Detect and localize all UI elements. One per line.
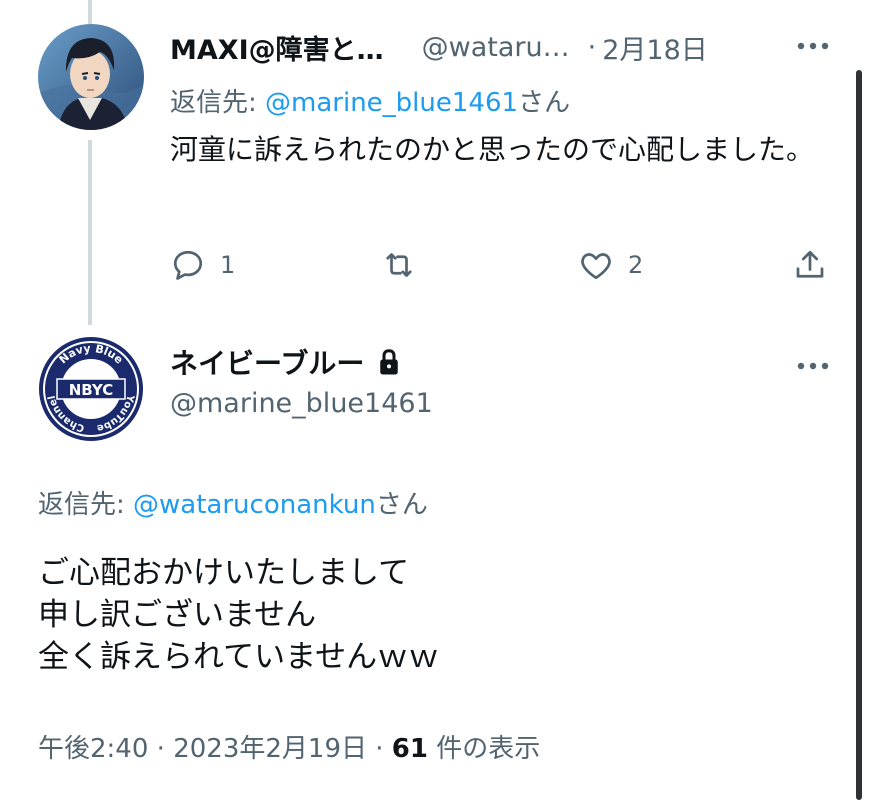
views-count: 61 xyxy=(391,734,428,764)
main-replying-mention-link[interactable]: @wataruconankun xyxy=(133,490,376,520)
main-display-name[interactable]: ネイビーブルー xyxy=(170,342,364,382)
main-replying-suffix: さん xyxy=(375,490,428,520)
meta-separator-1: · xyxy=(156,734,165,764)
reply-avatar[interactable] xyxy=(38,24,144,130)
retweet-button[interactable] xyxy=(380,243,418,287)
more-options-icon[interactable] xyxy=(796,36,830,56)
main-replying-prefix: 返信先: xyxy=(38,490,134,520)
reply-replying-to: 返信先: @marine_blue1461さん xyxy=(170,82,570,119)
nbyc-logo-icon: NBYC Navy Blue YouTube Channel xyxy=(39,337,143,441)
main-text-line-3: 全く訴えられていませんｗｗ xyxy=(38,639,440,675)
tweet-date[interactable]: 2023年2月19日 xyxy=(173,734,367,764)
like-button[interactable]: 2 xyxy=(578,243,643,287)
like-count: 2 xyxy=(628,251,644,279)
reply-date[interactable]: 2月18日 xyxy=(602,28,708,67)
reply-tweet-header: MAXI@障害と… @wataru… · 2月18日 xyxy=(170,24,830,70)
main-text-line-2: 申し訳ございません xyxy=(38,597,317,633)
scrollbar[interactable] xyxy=(856,70,862,800)
reply-tweet-text: 河童に訴えられたのかと思ったので心配しました。 xyxy=(170,133,815,166)
nbyc-center-text: NBYC xyxy=(69,381,114,399)
main-handle[interactable]: @marine_blue1461 xyxy=(170,388,433,419)
meta-separator-2: · xyxy=(375,734,384,764)
views-label: 件の表示 xyxy=(436,734,541,764)
header-separator: · xyxy=(587,31,597,63)
main-tweet-text: ご心配おかけいたしまして 申し訳ございません 全く訴えられていませんｗｗ xyxy=(38,552,439,678)
reply-count: 1 xyxy=(220,251,236,279)
tweet-meta: 午後2:40 · 2023年2月19日 · 61 件の表示 xyxy=(38,728,540,765)
main-text-line-1: ご心配おかけいたしまして xyxy=(38,555,410,591)
reply-display-name[interactable]: MAXI@障害と… xyxy=(170,28,384,67)
share-button[interactable] xyxy=(792,243,828,287)
thread-line-top xyxy=(88,0,92,24)
reply-button[interactable]: 1 xyxy=(170,243,235,287)
anime-character-avatar-icon xyxy=(38,24,144,130)
retweet-icon xyxy=(386,253,412,277)
reply-handle[interactable]: @wataru… xyxy=(422,32,570,63)
main-replying-to: 返信先: @wataruconankunさん xyxy=(38,484,428,521)
heart-icon xyxy=(581,253,611,280)
replying-mention-link[interactable]: @marine_blue1461 xyxy=(265,88,518,118)
share-icon xyxy=(796,250,824,278)
replying-prefix: 返信先: xyxy=(170,88,266,118)
thread-line xyxy=(88,140,92,325)
speech-bubble-icon xyxy=(173,250,203,280)
main-more-options-icon[interactable] xyxy=(796,356,830,376)
main-tweet-header: ネイビーブルー xyxy=(170,342,402,382)
replying-suffix: さん xyxy=(518,88,571,118)
tweet-time[interactable]: 午後2:40 xyxy=(38,734,148,764)
lock-icon xyxy=(380,349,399,375)
main-avatar[interactable]: NBYC Navy Blue YouTube Channel xyxy=(38,336,144,442)
reply-action-bar: 1 2 xyxy=(170,243,830,287)
